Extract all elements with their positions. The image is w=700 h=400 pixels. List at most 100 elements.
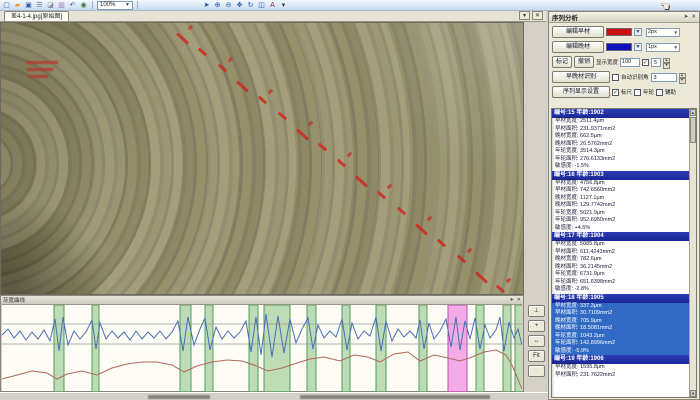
series-display-button[interactable]: 序列显示设置 — [552, 86, 610, 98]
ring-boundary-mark[interactable] — [296, 128, 309, 140]
latewood-color-swatch[interactable] — [606, 43, 632, 51]
ring-entry-field: 晚材宽度: 1127.1μm — [552, 195, 696, 203]
ring-band[interactable] — [515, 305, 522, 392]
new-file-icon[interactable]: ▢ — [2, 1, 11, 10]
aux-checkbox[interactable] — [656, 89, 663, 96]
ring-entry[interactable]: 编号:18 年龄:1905早材宽度: 337.3μm早材面积: 30.7109m… — [552, 294, 696, 356]
zoom-level-combobox[interactable]: 100% ▼ — [97, 1, 133, 10]
toolbar-separator — [92, 1, 93, 9]
chart-tool-button[interactable]: ↔ — [528, 335, 545, 347]
ring-entry[interactable]: 编号:17 年龄:1904早材宽度: 5085.8μm早材面积: 611.424… — [552, 232, 696, 294]
rotate-icon[interactable]: ↻ — [246, 1, 255, 10]
ring-band[interactable] — [342, 305, 350, 392]
ring-entry-header[interactable]: 编号:15 年龄:1902 — [552, 109, 696, 118]
chart-tool-button[interactable]: Fit — [528, 350, 545, 362]
scroll-up-icon[interactable]: ▲ — [690, 109, 696, 116]
ring-checkbox[interactable] — [634, 89, 641, 96]
ring-band[interactable] — [264, 305, 290, 392]
zoom-in-icon[interactable]: ⊕ — [213, 1, 222, 10]
auto-angle-checkbox[interactable] — [612, 74, 619, 81]
ring-entry[interactable]: 编号:16 年龄:1903早材宽度: 4756.8μm早材面积: 742.656… — [552, 171, 696, 233]
copy-icon[interactable]: ◪ — [46, 1, 55, 10]
auto-angle-spinner[interactable]: ▲▼ — [679, 73, 686, 82]
scrollbar-thumb[interactable] — [690, 117, 696, 143]
ring-boundary-mark[interactable] — [475, 271, 488, 283]
ring-entry[interactable]: 编号:15 年龄:1902早材宽度: 2511.4μm早材面积: 231.937… — [552, 109, 696, 171]
pan-icon[interactable]: ✥ — [235, 1, 244, 10]
ring-entry-header[interactable]: 编号:18 年龄:1905 — [552, 294, 696, 303]
snapshot-icon[interactable]: ◉ — [79, 1, 88, 10]
ring-band[interactable] — [180, 305, 191, 392]
ring-boundary-mark[interactable] — [377, 191, 386, 200]
open-folder-icon[interactable]: ▰ — [13, 1, 22, 10]
document-minimize-button[interactable]: ▾ — [519, 11, 530, 20]
ring-entry[interactable]: 编号:19 年龄:1906早材宽度: 1595.8μm早材面积: 231.762… — [552, 355, 696, 379]
ring-entry-header[interactable]: 编号:17 年龄:1904 — [552, 232, 696, 241]
ring-boundary-mark[interactable] — [437, 239, 446, 248]
width-step-input[interactable]: 5 — [651, 58, 661, 67]
scroll-down-icon[interactable]: ▼ — [690, 390, 696, 397]
document-close-button[interactable]: ✕ — [532, 11, 543, 20]
list-scrollbar[interactable]: ▲ ▼ — [689, 109, 696, 397]
document-tab[interactable]: 差4-1-4.jpg[原始图] — [4, 11, 69, 21]
mark-button[interactable]: 标记 — [552, 56, 572, 68]
close-icon[interactable]: ✕ — [517, 297, 521, 303]
ring-entry-field: 敏感度: -5.9% — [552, 348, 696, 356]
toolbar-icons-left: ▢▰▣☰◪▥↶◉ — [2, 1, 88, 10]
edit-earlywood-button[interactable]: 编辑早材 — [552, 26, 604, 38]
width-step-spinner[interactable]: ▲▼ — [663, 58, 670, 67]
save-icon[interactable]: ▣ — [24, 1, 33, 10]
ring-boundary-mark[interactable] — [198, 48, 207, 57]
ring-band[interactable] — [419, 305, 427, 392]
ring-boundary-mark[interactable] — [457, 255, 466, 264]
ring-mark-label — [188, 25, 194, 31]
hand-cursor-icon: ☚ — [659, 0, 671, 14]
ring-boundary-mark[interactable] — [337, 159, 346, 168]
ring-boundary-mark[interactable] — [397, 207, 406, 216]
ring-boundary-mark[interactable] — [318, 143, 327, 152]
paste-icon[interactable]: ▥ — [57, 1, 66, 10]
ring-boundary-mark[interactable] — [496, 285, 505, 294]
edit-latewood-button[interactable]: 编辑晚材 — [552, 41, 604, 53]
undo-mark-button[interactable]: 撤销 — [574, 56, 594, 68]
close-icon[interactable]: ✕ — [691, 14, 696, 20]
chevron-down-icon[interactable]: ▼ — [634, 43, 642, 51]
chart-tool-button[interactable]: + — [528, 320, 545, 332]
chart-panel-title: 灰度曲线 — [3, 296, 25, 304]
ring-boundary-mark[interactable] — [415, 223, 428, 235]
undo-icon[interactable]: ↶ — [68, 1, 77, 10]
ring-boundary-mark[interactable] — [258, 96, 267, 105]
earlylate-detect-button[interactable]: 早晚材识别 — [552, 71, 610, 83]
ring-boundary-mark[interactable] — [176, 32, 189, 44]
ruler-checkbox[interactable]: ✓ — [612, 89, 619, 96]
label-icon[interactable]: A — [268, 1, 277, 10]
earlywood-line-style-combobox[interactable]: 2px ▼ — [646, 28, 680, 37]
print-icon[interactable]: ☰ — [35, 1, 44, 10]
chart-tool-button[interactable] — [528, 365, 545, 377]
ring-boundary-mark[interactable] — [218, 64, 227, 73]
display-width-combobox[interactable]: 100 — [620, 58, 640, 67]
selected-ring-band[interactable] — [448, 305, 467, 392]
wood-sample-image-viewport[interactable] — [0, 22, 524, 295]
ring-entry-header[interactable]: 编号:19 年龄:1906 — [552, 355, 696, 364]
zoom-out-icon[interactable]: ⊖ — [224, 1, 233, 10]
ring-band[interactable] — [205, 305, 213, 392]
display-width-checkbox[interactable]: ✓ — [642, 59, 649, 66]
pin-icon[interactable]: ➤ — [510, 297, 514, 303]
gray-profile-plot[interactable] — [2, 304, 522, 391]
pin-icon[interactable]: ➤ — [684, 14, 689, 20]
chart-tool-button[interactable]: ⊥ — [528, 305, 545, 317]
ring-mark-label — [308, 121, 314, 127]
latewood-line-style-combobox[interactable]: 1px ▼ — [646, 43, 680, 52]
pointer-icon[interactable]: ➤ — [202, 1, 211, 10]
ring-entry-list[interactable]: ▲ ▼ 编号:15 年龄:1902早材宽度: 2511.4μm早材面积: 231… — [551, 108, 697, 398]
earlywood-color-swatch[interactable] — [606, 28, 632, 36]
chevron-down-icon[interactable]: ▼ — [634, 28, 642, 36]
ring-boundary-mark[interactable] — [355, 175, 368, 187]
more-dropdown-icon[interactable]: ▾ — [279, 1, 288, 10]
ring-entry-header[interactable]: 编号:16 年龄:1903 — [552, 171, 696, 180]
auto-angle-input[interactable]: 3 — [651, 73, 677, 82]
ring-boundary-mark[interactable] — [236, 80, 249, 92]
ring-boundary-mark[interactable] — [278, 112, 287, 121]
measure-icon[interactable]: ◫ — [257, 1, 266, 10]
